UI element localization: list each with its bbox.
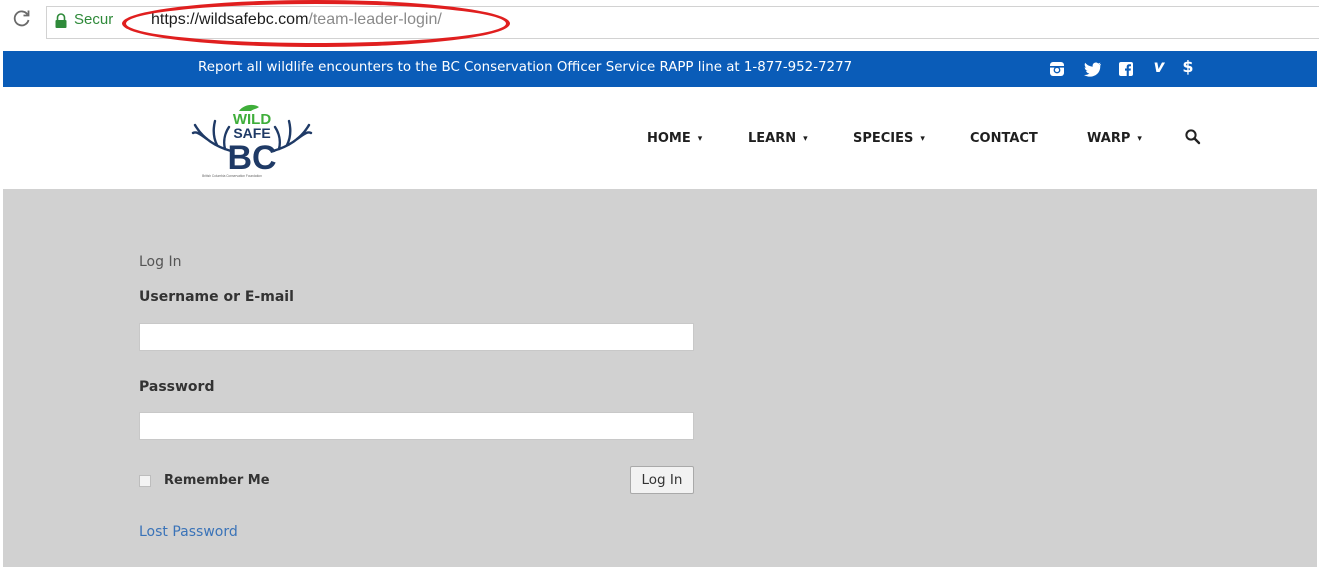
login-section bbox=[3, 189, 1317, 567]
browser-toolbar: Secur https://wildsafebc.com/team-leader… bbox=[0, 0, 1319, 52]
twitter-icon[interactable] bbox=[1084, 61, 1102, 77]
remember-me-label[interactable]: Remember Me bbox=[164, 473, 270, 488]
chevron-down-icon: ▾ bbox=[697, 134, 703, 144]
nav-species[interactable]: SPECIES ▾ bbox=[853, 131, 925, 146]
donate-icon[interactable]: $ bbox=[1180, 59, 1196, 75]
wildsafebc-logo[interactable]: WILD SAFE BC British Columbia Conservati… bbox=[187, 97, 317, 179]
chevron-down-icon: ▾ bbox=[1137, 134, 1142, 144]
nav-home-label: HOME bbox=[647, 131, 691, 146]
chevron-down-icon: ▾ bbox=[803, 134, 808, 144]
vimeo-icon[interactable]: v bbox=[1149, 59, 1169, 76]
nav-learn[interactable]: LEARN ▾ bbox=[748, 131, 808, 146]
nav-warp-label: WARP bbox=[1087, 131, 1131, 146]
facebook-icon[interactable] bbox=[1118, 61, 1134, 77]
lost-password-link[interactable]: Lost Password bbox=[139, 524, 238, 540]
remember-me-checkbox[interactable] bbox=[139, 475, 151, 487]
logo-word-bottom: BC bbox=[227, 139, 276, 177]
chevron-down-icon: ▾ bbox=[920, 134, 925, 144]
secure-label: Secur bbox=[74, 11, 114, 28]
page-title: Log In bbox=[139, 254, 182, 270]
password-input[interactable] bbox=[139, 412, 694, 440]
logo-caption: British Columbia Conservation Foundation bbox=[202, 174, 262, 178]
nav-home[interactable]: HOME ▾ bbox=[647, 131, 702, 146]
username-label: Username or E-mail bbox=[139, 289, 294, 305]
instagram-icon[interactable] bbox=[1049, 61, 1065, 77]
nav-contact-label: CONTACT bbox=[970, 131, 1038, 146]
search-icon[interactable] bbox=[1184, 128, 1202, 146]
nav-warp[interactable]: WARP ▾ bbox=[1087, 131, 1142, 146]
reload-icon[interactable] bbox=[12, 8, 32, 28]
nav-species-label: SPECIES bbox=[853, 131, 914, 146]
lock-icon bbox=[55, 13, 67, 28]
nav-contact[interactable]: CONTACT bbox=[970, 131, 1038, 146]
nav-learn-label: LEARN bbox=[748, 131, 797, 146]
annotation-ellipse bbox=[122, 0, 510, 47]
username-input[interactable] bbox=[139, 323, 694, 351]
login-button[interactable]: Log In bbox=[630, 466, 694, 494]
banner-text: Report all wildlife encounters to the BC… bbox=[198, 60, 853, 75]
password-label: Password bbox=[139, 379, 215, 395]
